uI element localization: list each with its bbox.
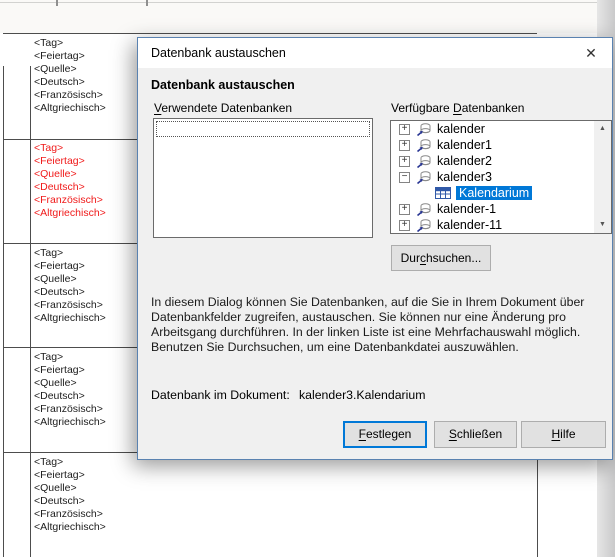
database-icon xyxy=(416,217,432,233)
table-cell-fields[interactable]: <Tag> <Feiertag> <Quelle> <Deutsch> <Fra… xyxy=(34,37,134,115)
field-placeholder: <Feiertag> xyxy=(34,364,134,377)
scroll-up-icon[interactable]: ▲ xyxy=(594,121,611,137)
expander-collapsed-icon[interactable]: + xyxy=(399,140,410,151)
exchange-database-dialog: Datenbank austauschen ✕ Datenbank austau… xyxy=(137,37,613,460)
close-icon[interactable]: ✕ xyxy=(578,38,604,68)
field-placeholder: <Französisch> xyxy=(34,403,134,416)
database-icon xyxy=(416,137,432,153)
dialog-heading: Datenbank austauschen xyxy=(151,78,295,92)
tree-item-kalendarium[interactable]: Kalendarium xyxy=(391,185,594,201)
expander-collapsed-icon[interactable]: + xyxy=(399,156,410,167)
field-placeholder: <Feiertag> xyxy=(34,50,134,63)
field-placeholder: <Quelle> xyxy=(34,377,134,390)
tree-item-kalender-11[interactable]: + kalender-11 xyxy=(391,217,594,233)
divider xyxy=(0,2,597,3)
field-placeholder: <Deutsch> xyxy=(34,181,134,194)
list-focus-row[interactable] xyxy=(156,121,370,137)
table-cell-fields[interactable]: <Tag> <Feiertag> <Quelle> <Deutsch> <Fra… xyxy=(34,247,134,325)
field-placeholder: <Feiertag> xyxy=(34,260,134,273)
field-placeholder: <Französisch> xyxy=(34,508,134,521)
table-cell-fields[interactable]: <Tag> <Feiertag> <Quelle> <Deutsch> <Fra… xyxy=(34,142,134,220)
database-icon xyxy=(416,169,432,185)
field-placeholder: <Tag> xyxy=(34,351,134,364)
database-in-document-value: kalender3.Kalendarium xyxy=(299,388,425,402)
field-placeholder: <Altgriechisch> xyxy=(34,102,134,115)
tree-item-kalender2[interactable]: + kalender2 xyxy=(391,153,594,169)
tree-item-label-selected: Kalendarium xyxy=(456,186,532,200)
field-placeholder: <Altgriechisch> xyxy=(34,207,134,220)
field-placeholder: <Altgriechisch> xyxy=(34,521,134,534)
table-border xyxy=(3,33,537,34)
field-placeholder: <Altgriechisch> xyxy=(34,416,134,429)
tree-item-kalender-1[interactable]: + kalender-1 xyxy=(391,201,594,217)
tree-item-kalender3[interactable]: − kalender3 xyxy=(391,169,594,185)
define-button[interactable]: Festlegen xyxy=(343,421,427,448)
field-placeholder: <Französisch> xyxy=(34,89,134,102)
close-button[interactable]: Schließen xyxy=(434,421,517,448)
available-databases-tree[interactable]: + kalender + xyxy=(390,120,612,234)
field-placeholder: <Feiertag> xyxy=(34,469,134,482)
expander-collapsed-icon[interactable]: + xyxy=(399,124,410,135)
dialog-title: Datenbank austauschen xyxy=(151,38,286,68)
field-placeholder: <Französisch> xyxy=(34,194,134,207)
field-placeholder: <Feiertag> xyxy=(34,155,134,168)
field-placeholder: <Tag> xyxy=(34,456,134,469)
field-placeholder: <Deutsch> xyxy=(34,495,134,508)
table-cell-fields[interactable]: <Tag> <Feiertag> <Quelle> <Deutsch> <Fra… xyxy=(34,351,134,429)
tree-item-label: kalender-1 xyxy=(437,202,496,216)
tree-item-label: kalender3 xyxy=(437,170,492,184)
used-databases-list[interactable] xyxy=(153,118,373,238)
field-placeholder: <Deutsch> xyxy=(34,76,134,89)
field-placeholder: <Quelle> xyxy=(34,63,134,76)
database-icon xyxy=(416,201,432,217)
database-icon xyxy=(416,153,432,169)
field-placeholder: <Tag> xyxy=(34,37,134,50)
tree-item-kalender1[interactable]: + kalender1 xyxy=(391,137,594,153)
field-placeholder: <Tag> xyxy=(34,247,134,260)
ruler-tick xyxy=(56,0,58,6)
tree-item-label: kalender-11 xyxy=(437,218,502,232)
field-placeholder: <Altgriechisch> xyxy=(34,312,134,325)
scroll-down-icon[interactable]: ▼ xyxy=(594,217,611,233)
expander-expanded-icon[interactable]: − xyxy=(399,172,410,183)
tree-item-kalender[interactable]: + kalender xyxy=(391,121,594,137)
field-placeholder: <Französisch> xyxy=(34,299,134,312)
tree-item-label: kalender xyxy=(437,122,485,136)
browse-button[interactable]: Durchsuchen... xyxy=(391,245,491,271)
database-icon xyxy=(416,121,432,137)
document-top-margin xyxy=(0,0,597,33)
table-icon xyxy=(435,186,451,200)
application-window: <Tag> <Feiertag> <Quelle> <Deutsch> <Fra… xyxy=(0,0,615,557)
field-placeholder: <Quelle> xyxy=(34,168,134,181)
field-placeholder: <Tag> xyxy=(34,142,134,155)
expander-collapsed-icon[interactable]: + xyxy=(399,204,410,215)
field-placeholder: <Quelle> xyxy=(34,482,134,495)
tree-scrollbar[interactable]: ▲ ▼ xyxy=(594,121,611,233)
field-placeholder: <Deutsch> xyxy=(34,286,134,299)
database-in-document-label: Datenbank im Dokument: xyxy=(151,388,290,402)
field-placeholder: <Quelle> xyxy=(34,273,134,286)
help-button[interactable]: Hilfe xyxy=(521,421,606,448)
available-databases-label: Verfügbare Datenbanken xyxy=(391,101,524,115)
dialog-titlebar[interactable]: Datenbank austauschen ✕ xyxy=(138,38,612,68)
tree-item-label: kalender1 xyxy=(437,138,492,152)
table-cell-fields[interactable]: <Tag> <Feiertag> <Quelle> <Deutsch> <Fra… xyxy=(34,456,134,534)
tree-item-label: kalender2 xyxy=(437,154,492,168)
expander-collapsed-icon[interactable]: + xyxy=(399,220,410,231)
dialog-description: In diesem Dialog können Sie Datenbanken,… xyxy=(151,295,584,355)
ruler-tick xyxy=(146,0,148,6)
field-placeholder: <Deutsch> xyxy=(34,390,134,403)
used-databases-label: Verwendete Datenbanken xyxy=(154,101,292,115)
